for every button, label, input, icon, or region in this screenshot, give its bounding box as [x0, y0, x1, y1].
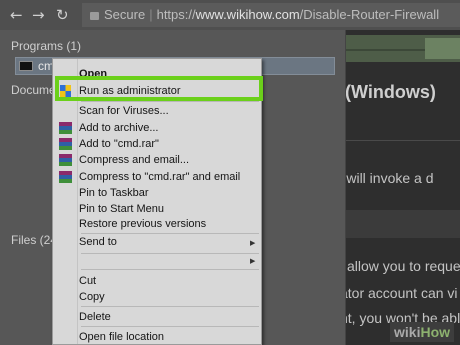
menu-item-cut[interactable]: Cut	[79, 275, 96, 287]
browser-toolbar: ← → ↻ Secure | https://www.wikihow.com/Dis…	[0, 0, 460, 30]
wikihow-watermark: wikiHow	[390, 322, 455, 342]
menu-separator	[81, 101, 259, 102]
winrar-icon	[59, 154, 72, 166]
page-nav-bar	[340, 35, 460, 62]
article-divider	[330, 140, 460, 141]
winrar-icon	[59, 122, 72, 134]
menu-item-compress-and-email[interactable]: Compress and email...	[79, 154, 189, 166]
lock-icon	[90, 12, 99, 20]
article-section-header	[340, 210, 460, 238]
address-bar[interactable]: Secure | https://www.wikihow.com/Disable-R…	[82, 3, 460, 27]
icon-gutter	[77, 59, 78, 344]
menu-item-delete[interactable]: Delete	[79, 311, 111, 323]
menu-separator	[81, 253, 259, 254]
submenu-arrow-icon: ▶	[250, 239, 256, 247]
reload-icon[interactable]: ↻	[56, 4, 69, 26]
menu-item-pin-to-taskbar[interactable]: Pin to Taskbar	[79, 187, 149, 199]
menu-item-add-to-archive[interactable]: Add to archive...	[79, 122, 159, 134]
submenu-arrow-icon: ▶	[250, 257, 256, 265]
menu-item-restore-previous-versions[interactable]: Restore previous versions	[79, 218, 206, 230]
menu-item-send-to[interactable]: Send to	[79, 236, 117, 248]
highlight-box	[55, 76, 263, 101]
menu-separator	[81, 269, 259, 270]
menu-item-open-file-location[interactable]: Open file location	[79, 331, 164, 343]
programs-group-label: Programs (1)	[11, 39, 82, 53]
menu-item-compress-to-cmd-rar-and-email[interactable]: Compress to "cmd.rar" and email	[79, 171, 240, 183]
url-path: /Disable-Router-Firewall	[299, 7, 440, 22]
menu-separator	[81, 233, 259, 234]
url-domain: www.wikihow.com	[195, 7, 300, 22]
menu-separator	[81, 306, 259, 307]
files-group-label: Files (24	[11, 233, 58, 247]
menu-item-add-to-cmd-rar[interactable]: Add to "cmd.rar"	[79, 138, 159, 150]
menu-item-scan-for-viruses[interactable]: Scan for Viruses...	[79, 105, 169, 117]
command-prompt-icon	[19, 61, 33, 71]
context-menu: Open Run as administrator Scan for Virus…	[52, 58, 262, 345]
winrar-icon	[59, 171, 72, 183]
back-arrow-icon[interactable]: ←	[10, 4, 23, 26]
nav-bar-line	[340, 49, 425, 51]
menu-item-pin-to-start-menu[interactable]: Pin to Start Menu	[79, 203, 164, 215]
winrar-icon	[59, 138, 72, 150]
menu-item-copy[interactable]: Copy	[79, 291, 105, 303]
url-prefix: https://	[156, 7, 196, 22]
security-label: Secure	[104, 7, 146, 22]
nav-bar-button[interactable]	[425, 38, 460, 59]
menu-separator	[81, 326, 259, 327]
forward-arrow-icon[interactable]: →	[32, 4, 45, 26]
documents-group-label: Docume	[11, 83, 56, 97]
article-text-line: ator account can vi	[340, 285, 458, 301]
article-text-line: l allow you to reque	[340, 258, 460, 274]
